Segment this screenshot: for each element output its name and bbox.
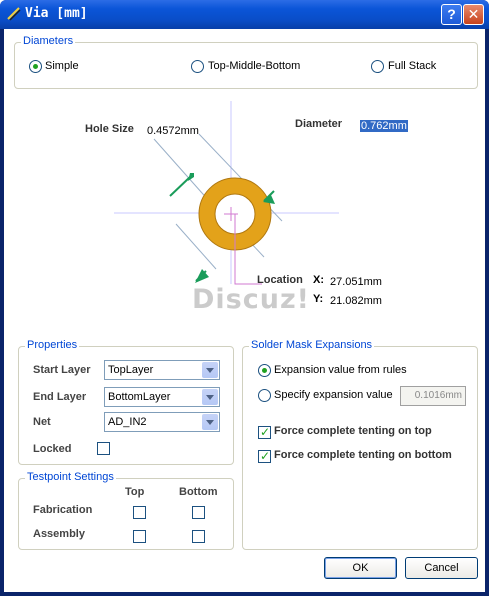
simple-label[interactable]: Simple [45, 60, 79, 72]
specify-expansion-input[interactable]: 0.1016mm [400, 386, 466, 406]
chevron-down-icon[interactable] [202, 389, 218, 405]
testpoint-group: Testpoint Settings Top Bottom Fabricatio… [18, 471, 234, 550]
tent-bottom-checkbox[interactable] [258, 449, 271, 463]
full-stack-label[interactable]: Full Stack [388, 60, 436, 72]
specify-expansion-label[interactable]: Specify expansion value [274, 389, 393, 401]
full-stack-radio[interactable] [371, 60, 384, 73]
expansion-from-rules-radio[interactable] [258, 364, 271, 377]
start-layer-label: Start Layer [33, 364, 91, 376]
top-middle-bottom-label[interactable]: Top-Middle-Bottom [208, 60, 300, 72]
help-button[interactable]: ? [441, 4, 462, 25]
tent-top-checkbox[interactable] [258, 425, 271, 439]
locked-checkbox[interactable] [97, 442, 110, 455]
diameter-value[interactable]: 0.762mm [360, 120, 408, 132]
tent-top-label[interactable]: Force complete tenting on top [274, 425, 432, 437]
hole-arrow-line [169, 176, 191, 197]
location-y-label: Y: [313, 293, 324, 305]
end-layer-label: End Layer [33, 391, 87, 403]
locked-label: Locked [33, 443, 72, 455]
net-select[interactable]: AD_IN2 [104, 412, 220, 432]
net-value: AD_IN2 [108, 416, 147, 428]
assembly-top-checkbox[interactable] [133, 530, 146, 543]
solder-mask-group-title: Solder Mask Expansions [249, 339, 375, 351]
title-bar[interactable]: Via [mm] ? ✕ [0, 0, 489, 29]
assembly-label: Assembly [33, 528, 85, 540]
properties-group: Properties Start Layer TopLayer End Laye… [18, 339, 234, 465]
via-dialog-window: Via [mm] ? ✕ Diameters Simple Top-Middle… [0, 0, 489, 596]
testpoint-top-header: Top [125, 486, 145, 498]
solder-mask-group: Solder Mask Expansions Expansion value f… [242, 339, 478, 550]
window-title: Via [mm] [25, 6, 88, 21]
via-app-icon [7, 7, 21, 21]
close-button[interactable]: ✕ [463, 4, 484, 25]
start-layer-value: TopLayer [108, 364, 154, 376]
location-x-label: X: [313, 274, 324, 286]
specify-expansion-radio[interactable] [258, 389, 271, 402]
fabrication-label: Fabrication [33, 504, 93, 516]
start-layer-select[interactable]: TopLayer [104, 360, 220, 380]
fabrication-top-checkbox[interactable] [133, 506, 146, 519]
end-layer-select[interactable]: BottomLayer [104, 387, 220, 407]
location-y-value[interactable]: 21.082mm [330, 295, 382, 307]
assembly-bottom-checkbox[interactable] [192, 530, 205, 543]
end-layer-value: BottomLayer [108, 391, 171, 403]
fabrication-bottom-checkbox[interactable] [192, 506, 205, 519]
tent-bottom-label[interactable]: Force complete tenting on bottom [274, 449, 452, 461]
diameter-label: Diameter [295, 118, 343, 130]
hole-size-value[interactable]: 0.4572mm [147, 125, 199, 137]
diameters-group-title: Diameters [21, 35, 76, 47]
simple-radio[interactable] [29, 60, 42, 73]
expansion-from-rules-label[interactable]: Expansion value from rules [274, 364, 407, 376]
testpoint-group-title: Testpoint Settings [25, 471, 116, 483]
chevron-down-icon[interactable] [202, 414, 218, 430]
hole-size-label: Hole Size [85, 123, 134, 135]
top-middle-bottom-radio[interactable] [191, 60, 204, 73]
net-label: Net [33, 416, 51, 428]
cancel-button[interactable]: Cancel [405, 557, 478, 579]
diameters-group: Diameters Simple Top-Middle-Bottom Full … [14, 35, 478, 89]
dialog-body: Diameters Simple Top-Middle-Bottom Full … [4, 29, 485, 592]
chevron-down-icon[interactable] [202, 362, 218, 378]
watermark: Discuz! [192, 284, 310, 315]
location-x-value[interactable]: 27.051mm [330, 276, 382, 288]
properties-group-title: Properties [25, 339, 80, 351]
testpoint-bottom-header: Bottom [179, 486, 218, 498]
ok-button[interactable]: OK [324, 557, 397, 579]
